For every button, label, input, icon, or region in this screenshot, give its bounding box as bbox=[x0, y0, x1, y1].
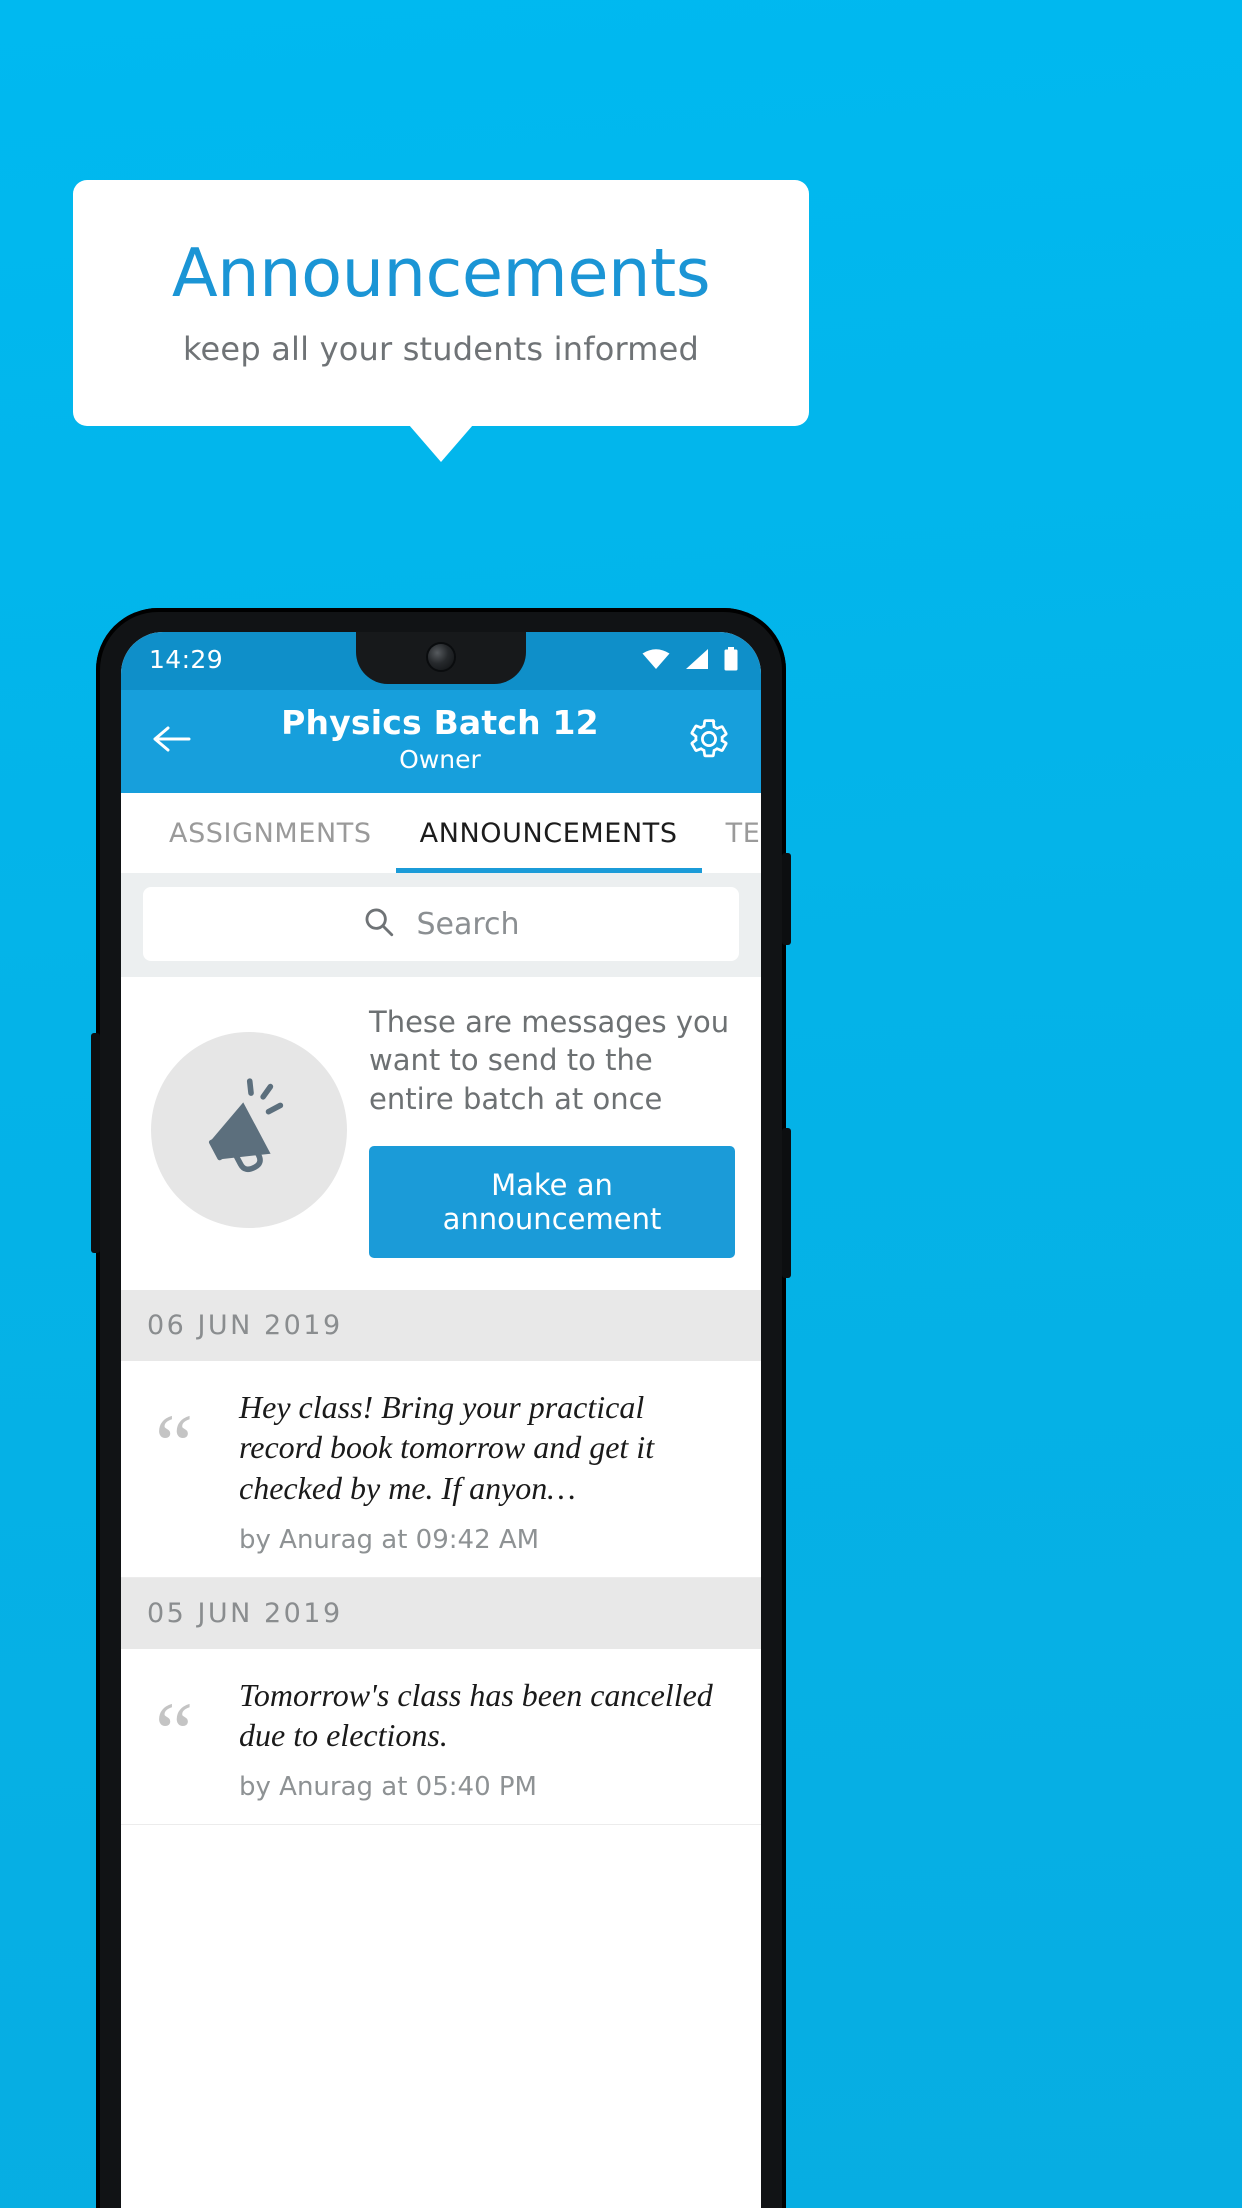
status-icon-group bbox=[641, 647, 739, 671]
phone-power-button bbox=[782, 853, 791, 945]
tab-announcements-label: ANNOUNCEMENTS bbox=[419, 817, 678, 849]
quote-icon: “ bbox=[155, 1683, 194, 1780]
phone-volume-button bbox=[782, 1128, 791, 1278]
page-subtitle: Owner bbox=[399, 744, 481, 774]
empty-state-text: These are messages you want to send to t… bbox=[369, 1005, 730, 1116]
app-bar-titles: Physics Batch 12 Owner bbox=[197, 702, 683, 776]
announcement-text: Tomorrow's class has been cancelled due … bbox=[239, 1676, 713, 1754]
announcement-body: Hey class! Bring your practical record b… bbox=[233, 1387, 735, 1555]
make-announcement-button[interactable]: Make an announcement bbox=[369, 1145, 735, 1258]
promo-bubble: Announcements keep all your students inf… bbox=[73, 180, 809, 426]
phone-assistant-button bbox=[91, 1033, 100, 1253]
back-button[interactable] bbox=[145, 716, 197, 768]
tab-announcements[interactable]: ANNOUNCEMENTS bbox=[395, 793, 702, 873]
search-placeholder: Search bbox=[416, 906, 520, 942]
tab-bar[interactable]: ASSIGNMENTS ANNOUNCEMENTS TESTS bbox=[121, 793, 761, 873]
megaphone-icon bbox=[151, 1032, 347, 1229]
date-header: 05 JUN 2019 bbox=[121, 1577, 761, 1649]
tab-tests[interactable]: TESTS bbox=[702, 793, 761, 873]
quote-icon: “ bbox=[155, 1395, 194, 1492]
announcement-body: Tomorrow's class has been cancelled due … bbox=[233, 1675, 735, 1802]
announcement-row[interactable]: “ Tomorrow's class has been cancelled du… bbox=[121, 1648, 761, 1825]
settings-button[interactable] bbox=[683, 716, 735, 768]
signal-icon bbox=[684, 648, 710, 670]
announcement-byline: by Anurag at 09:42 AM bbox=[239, 1524, 540, 1555]
front-camera bbox=[428, 644, 454, 670]
page-title: Physics Batch 12 bbox=[281, 702, 599, 742]
gear-icon bbox=[687, 717, 731, 766]
poster-stage: Announcements keep all your students inf… bbox=[0, 0, 1242, 2208]
tab-assignments[interactable]: ASSIGNMENTS bbox=[145, 793, 396, 873]
wifi-icon bbox=[641, 648, 671, 670]
announcement-row[interactable]: “ Hey class! Bring your practical record… bbox=[121, 1360, 761, 1578]
phone-frame: 14:29 Physics Batch 12 Owner ASSIGNMENTS… bbox=[91, 608, 791, 2208]
promo-title: Announcements bbox=[171, 233, 711, 312]
battery-icon bbox=[723, 647, 739, 671]
announcement-byline: by Anurag at 05:40 PM bbox=[239, 1771, 537, 1802]
empty-state-card: These are messages you want to send to t… bbox=[121, 977, 761, 1290]
app-bar: Physics Batch 12 Owner bbox=[121, 690, 761, 793]
date-header: 06 JUN 2019 bbox=[121, 1289, 761, 1361]
search-icon bbox=[362, 905, 396, 944]
tab-tests-label: TESTS bbox=[725, 817, 761, 849]
search-area: Search bbox=[121, 873, 761, 977]
promo-bubble-tail bbox=[409, 425, 473, 462]
promo-subtitle: keep all your students informed bbox=[182, 330, 700, 369]
phone-screen: 14:29 Physics Batch 12 Owner ASSIGNMENTS… bbox=[121, 632, 761, 2208]
empty-state-content: These are messages you want to send to t… bbox=[347, 1003, 735, 1258]
search-input[interactable]: Search bbox=[143, 887, 739, 961]
status-time: 14:29 bbox=[149, 644, 224, 674]
tab-assignments-label: ASSIGNMENTS bbox=[169, 817, 372, 849]
back-arrow-icon bbox=[151, 724, 191, 759]
announcement-text: Hey class! Bring your practical record b… bbox=[239, 1388, 655, 1507]
